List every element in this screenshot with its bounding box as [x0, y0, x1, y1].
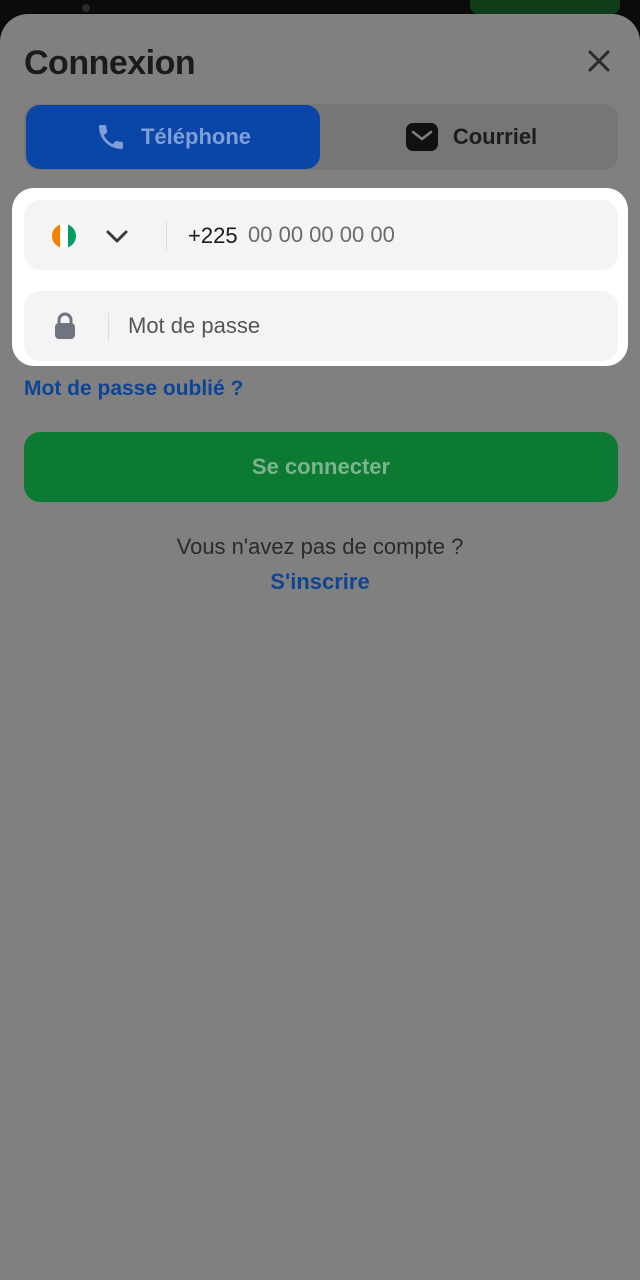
field-divider — [166, 222, 167, 250]
password-field — [24, 291, 618, 361]
signup-link[interactable]: S'inscrire — [0, 569, 640, 595]
field-divider — [108, 313, 109, 341]
page-title: Connexion — [24, 44, 196, 82]
phone-icon — [98, 125, 123, 149]
no-account-text: Vous n'avez pas de compte ? — [176, 534, 464, 559]
close-button[interactable] — [582, 44, 616, 78]
login-sheet: Connexion Téléphone Courriel +225 00 00 … — [0, 14, 640, 1280]
tab-phone[interactable]: Téléphone — [26, 105, 320, 169]
phone-field: +225 — [24, 200, 618, 270]
phone-input[interactable] — [248, 216, 598, 254]
mail-icon — [405, 123, 438, 151]
tab-phone-label: Téléphone — [140, 124, 251, 149]
forgot-password-link[interactable]: Mot de passe oublié ? — [24, 377, 243, 401]
tab-email-label: Courriel — [452, 124, 538, 149]
camera-dot — [82, 4, 90, 12]
close-icon — [588, 50, 610, 72]
lock-icon — [55, 312, 75, 339]
password-input[interactable] — [128, 307, 598, 345]
credentials-card: +225 — [12, 188, 628, 366]
tab-email[interactable]: Courriel — [324, 104, 618, 170]
country-code: +225 — [188, 223, 238, 248]
status-indicator — [470, 0, 620, 14]
cote-divoire-flag-icon[interactable] — [52, 224, 76, 248]
login-method-tabs: Téléphone Courriel — [24, 104, 618, 170]
login-button[interactable]: Se connecter — [24, 432, 618, 502]
chevron-down-icon[interactable] — [104, 224, 130, 248]
